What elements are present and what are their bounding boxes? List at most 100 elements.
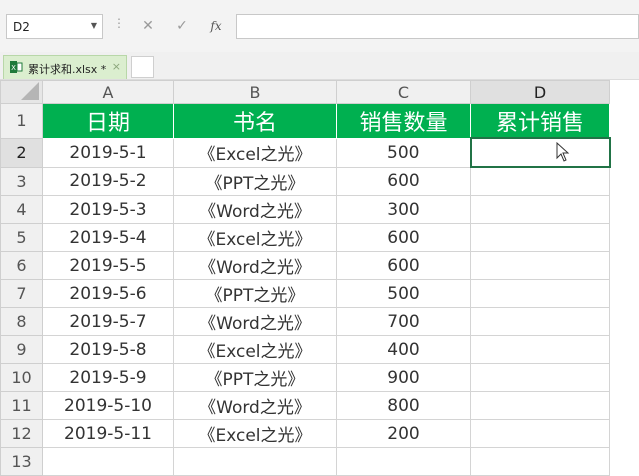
insert-function-button[interactable]: fx (199, 14, 233, 39)
spreadsheet-file-icon: X (10, 61, 23, 73)
cell-quantity[interactable]: 200 (336, 419, 471, 448)
select-all-corner[interactable] (0, 80, 43, 104)
cell-date[interactable]: 2019-5-5 (42, 251, 174, 280)
cell-book[interactable]: 《PPT之光》 (173, 279, 337, 308)
cell-book[interactable]: 《Excel之光》 (173, 223, 337, 252)
header-cell-cumulative[interactable]: 累计销售 (470, 103, 610, 139)
cell-date[interactable]: 2019-5-3 (42, 195, 174, 224)
sheet-table: A B C D 1 日期 书名 销售数量 累计销售 2 2019-5-1 《Ex… (0, 80, 611, 476)
row-header[interactable]: 1 (0, 103, 43, 139)
cell-book[interactable]: 《Word之光》 (173, 195, 337, 224)
cell-book[interactable]: 《Excel之光》 (173, 137, 337, 168)
cell-book[interactable]: 《Word之光》 (173, 307, 337, 336)
cell-empty[interactable] (470, 447, 610, 476)
cell-book[interactable]: 《Word之光》 (173, 391, 337, 420)
table-row: 3 2019-5-2 《PPT之光》 600 (0, 166, 610, 196)
cell-book[interactable]: 《Word之光》 (173, 251, 337, 280)
check-icon[interactable]: ✓ (165, 14, 199, 39)
header-cell-quantity[interactable]: 销售数量 (336, 103, 471, 139)
cell-empty[interactable] (336, 447, 471, 476)
name-box-value: D2 (13, 20, 30, 34)
row-header[interactable]: 8 (0, 307, 43, 336)
column-header-b[interactable]: B (173, 80, 337, 104)
row-header[interactable]: 13 (0, 447, 43, 476)
cancel-icon[interactable]: ✕ (131, 14, 165, 39)
cell-quantity[interactable]: 700 (336, 307, 471, 336)
row-header[interactable]: 7 (0, 279, 43, 308)
cell-quantity[interactable]: 600 (336, 166, 471, 196)
cell-quantity[interactable]: 300 (336, 195, 471, 224)
mouse-pointer-icon (556, 142, 570, 162)
cell-cumulative[interactable] (470, 251, 610, 280)
table-row: 12 2019-5-11 《Excel之光》 200 (0, 419, 610, 448)
chevron-down-icon[interactable]: ▼ (91, 21, 97, 30)
cell-date[interactable]: 2019-5-9 (42, 363, 174, 392)
row-header[interactable]: 4 (0, 195, 43, 224)
formula-bar: D2 ▼ ⋮ ✕ ✓ fx (0, 0, 639, 53)
cell-cumulative[interactable] (469, 137, 611, 168)
more-options-icon: ⋮ (113, 16, 125, 30)
cell-quantity[interactable]: 600 (336, 251, 471, 280)
cell-date[interactable]: 2019-5-10 (42, 391, 174, 420)
cell-cumulative[interactable] (470, 363, 610, 392)
cell-book[interactable]: 《Excel之光》 (173, 419, 337, 448)
header-cell-book[interactable]: 书名 (173, 103, 337, 139)
cell-quantity[interactable]: 500 (336, 279, 471, 308)
row-header[interactable]: 10 (0, 363, 43, 392)
column-header-c[interactable]: C (336, 80, 471, 104)
row-header[interactable]: 11 (0, 391, 43, 420)
column-header-a[interactable]: A (42, 80, 174, 104)
cell-book[interactable]: 《Excel之光》 (173, 335, 337, 364)
file-tab[interactable]: X 累计求和.xlsx * × (3, 55, 127, 79)
cell-quantity[interactable]: 900 (336, 363, 471, 392)
cell-cumulative[interactable] (470, 335, 610, 364)
table-row: 2 2019-5-1 《Excel之光》 500 (0, 137, 611, 168)
cell-quantity[interactable]: 800 (336, 391, 471, 420)
header-cell-date[interactable]: 日期 (42, 103, 174, 139)
table-row: 10 2019-5-9 《PPT之光》 900 (0, 363, 610, 392)
cell-book[interactable]: 《PPT之光》 (173, 166, 337, 196)
cell-cumulative[interactable] (470, 223, 610, 252)
cell-book[interactable]: 《PPT之光》 (173, 363, 337, 392)
cell-quantity[interactable]: 400 (336, 335, 471, 364)
svg-text:X: X (11, 64, 16, 72)
document-tab-bar: X 累计求和.xlsx * × (0, 52, 639, 80)
row-header[interactable]: 9 (0, 335, 43, 364)
spreadsheet-grid: A B C D 1 日期 书名 销售数量 累计销售 2 2019-5-1 《Ex… (0, 80, 611, 476)
new-tab-button[interactable] (131, 56, 154, 78)
cell-date[interactable]: 2019-5-4 (42, 223, 174, 252)
cell-cumulative[interactable] (470, 195, 610, 224)
row-header[interactable]: 3 (0, 166, 43, 196)
cell-quantity[interactable]: 600 (336, 223, 471, 252)
table-row: 4 2019-5-3 《Word之光》 300 (0, 195, 610, 224)
cell-quantity[interactable]: 500 (336, 137, 471, 168)
file-tab-label: 累计求和.xlsx * (28, 63, 107, 76)
table-row: 8 2019-5-7 《Word之光》 700 (0, 307, 610, 336)
cell-date[interactable]: 2019-5-8 (42, 335, 174, 364)
row-header[interactable]: 12 (0, 419, 43, 448)
table-row: 5 2019-5-4 《Excel之光》 600 (0, 223, 610, 252)
cell-date[interactable]: 2019-5-1 (42, 137, 174, 168)
cell-cumulative[interactable] (470, 307, 610, 336)
table-row: 9 2019-5-8 《Excel之光》 400 (0, 335, 610, 364)
table-row: 7 2019-5-6 《PPT之光》 500 (0, 279, 610, 308)
cell-cumulative[interactable] (470, 391, 610, 420)
table-row: 13 (0, 447, 610, 476)
table-row: 6 2019-5-5 《Word之光》 600 (0, 251, 610, 280)
cell-date[interactable]: 2019-5-7 (42, 307, 174, 336)
cell-cumulative[interactable] (470, 166, 610, 196)
formula-input[interactable] (236, 14, 639, 39)
close-icon[interactable]: × (112, 60, 121, 73)
cell-cumulative[interactable] (470, 419, 610, 448)
name-box[interactable]: D2 ▼ (6, 14, 103, 39)
row-header[interactable]: 2 (0, 137, 43, 168)
row-header[interactable]: 6 (0, 251, 43, 280)
row-header[interactable]: 5 (0, 223, 43, 252)
cell-empty[interactable] (173, 447, 337, 476)
column-header-d[interactable]: D (470, 80, 610, 104)
cell-date[interactable]: 2019-5-6 (42, 279, 174, 308)
cell-empty[interactable] (42, 447, 174, 476)
cell-cumulative[interactable] (470, 279, 610, 308)
cell-date[interactable]: 2019-5-2 (42, 166, 174, 196)
cell-date[interactable]: 2019-5-11 (42, 419, 174, 448)
